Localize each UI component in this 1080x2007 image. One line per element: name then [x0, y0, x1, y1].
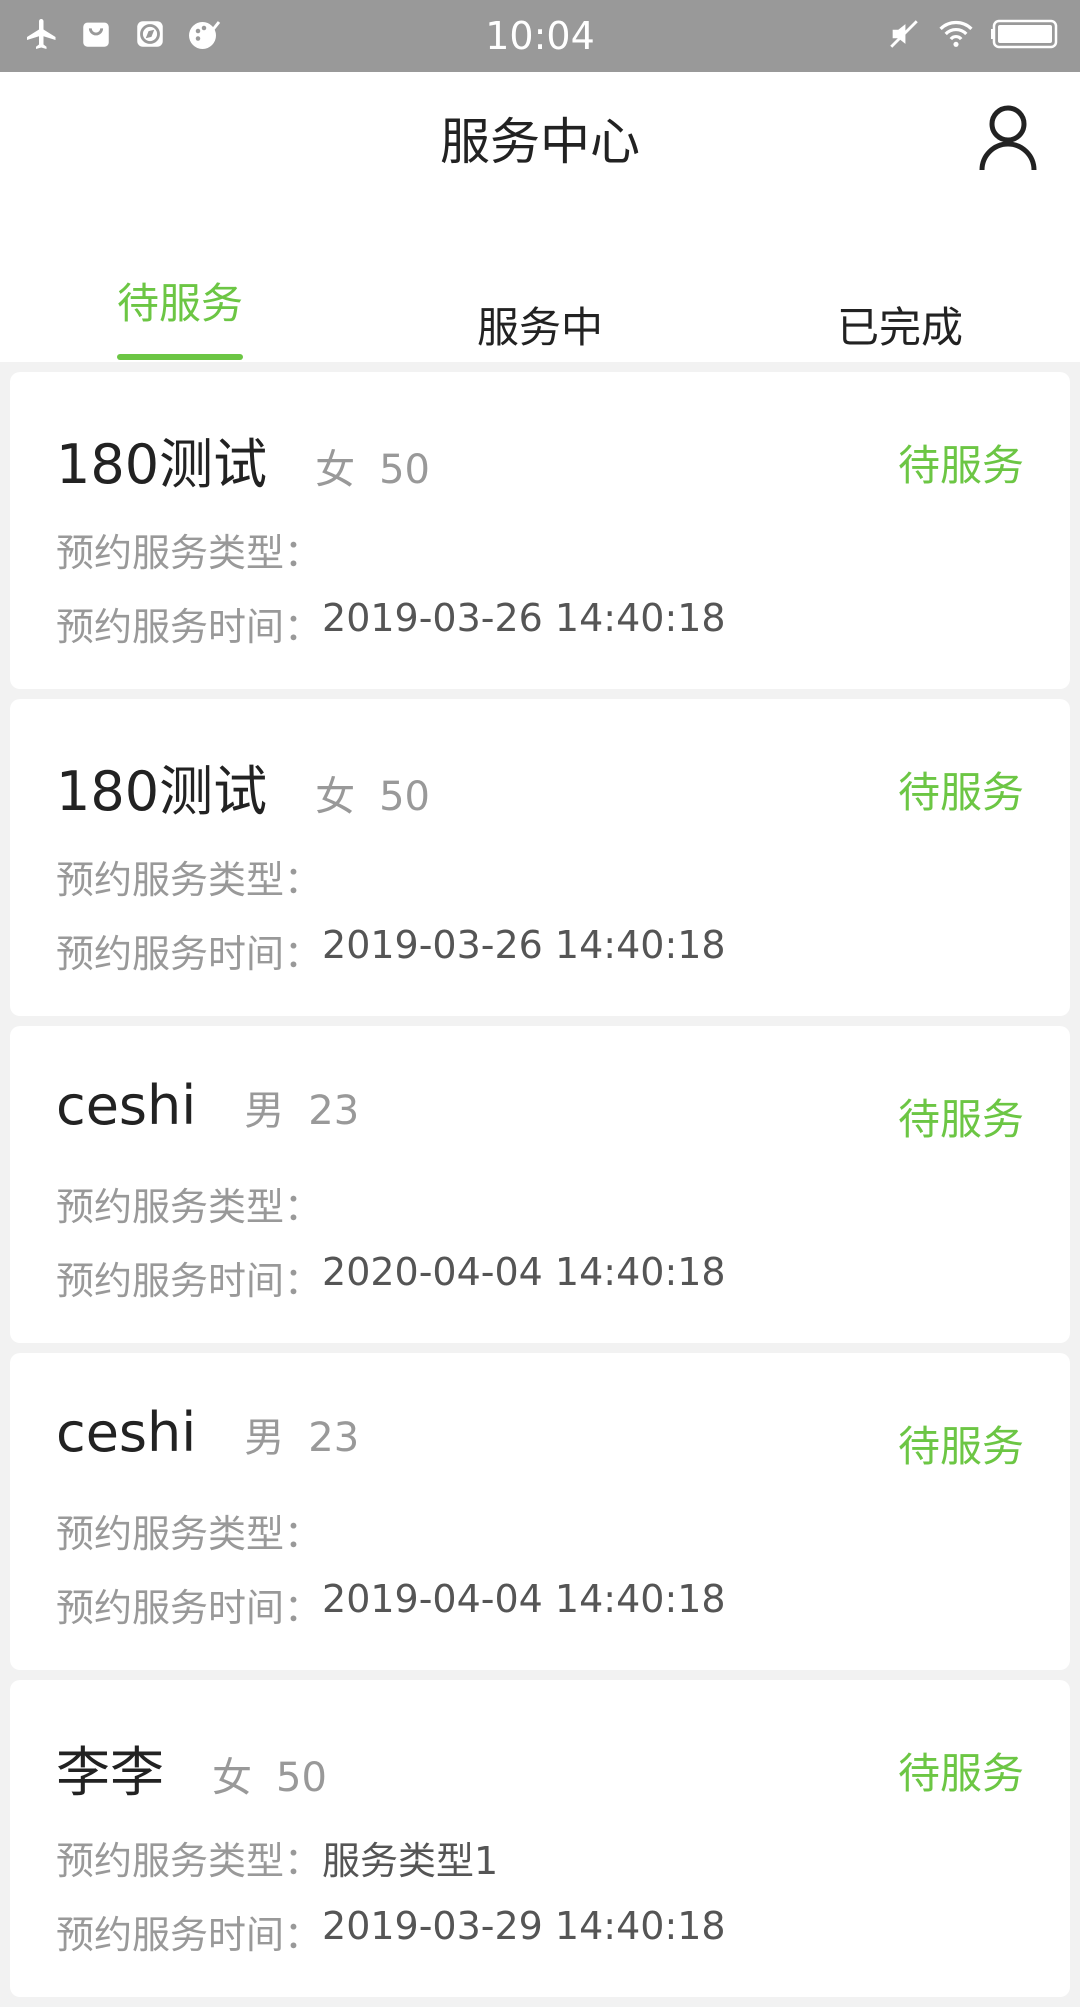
user-profile-button[interactable]: [976, 102, 1040, 174]
client-gender: 女: [212, 1755, 252, 1801]
status-bar-right-icons: [886, 14, 1062, 54]
service-type-label: 预约服务类型：: [56, 1185, 323, 1229]
service-time-row: 预约服务时间： 2019-03-26 14:40:18: [56, 923, 726, 978]
client-age: 50: [379, 447, 430, 493]
service-time-row: 预约服务时间： 2019-03-29 14:40:18: [56, 1904, 726, 1959]
service-time-label: 预约服务时间：: [56, 932, 323, 976]
status-bar: 10:04: [0, 0, 1080, 72]
service-card[interactable]: ceshi 男 23 待服务 预约服务类型： 预约服务时间： 2019-04-0…: [10, 1353, 1070, 1670]
client-name: 180测试: [56, 760, 268, 823]
service-time-value: 2019-03-29 14:40:18: [322, 1904, 726, 1948]
app-header: 服务中心 待服务 服务中 已完成: [0, 72, 1080, 362]
service-time-value: 2020-04-04 14:40:18: [322, 1250, 726, 1294]
service-type-row: 预约服务类型：: [56, 849, 322, 904]
service-time-row: 预约服务时间： 2019-04-04 14:40:18: [56, 1577, 726, 1632]
service-card[interactable]: 180测试 女 50 待服务 预约服务类型： 预约服务时间： 2019-03-2…: [10, 699, 1070, 1016]
tab-in-service[interactable]: 服务中: [360, 252, 720, 362]
service-type-row: 预约服务类型：: [56, 522, 322, 577]
status-badge: 待服务: [897, 1095, 1024, 1144]
service-type-label: 预约服务类型：: [56, 858, 323, 902]
service-type-label: 预约服务类型：: [56, 531, 323, 575]
client-gender: 女: [315, 774, 356, 820]
card-header: 李李 女 50: [56, 1728, 327, 1807]
client-gender: 女: [315, 447, 356, 493]
service-card[interactable]: 180测试 女 50 待服务 预约服务类型： 预约服务时间： 2019-03-2…: [10, 372, 1070, 689]
tab-in-service-label: 服务中: [476, 303, 603, 352]
service-time-value: 2019-04-04 14:40:18: [322, 1577, 726, 1621]
status-tabs: 待服务 服务中 已完成: [0, 252, 1080, 362]
service-type-row: 预约服务类型：: [56, 1503, 322, 1558]
card-header: ceshi 男 23: [56, 1074, 359, 1137]
client-age: 50: [379, 774, 430, 820]
tab-pending-label: 待服务: [116, 279, 243, 328]
user-icon: [979, 105, 1037, 171]
service-card[interactable]: 李李 女 50 待服务 预约服务类型： 服务类型1 预约服务时间： 2019-0…: [10, 1680, 1070, 1997]
service-time-value: 2019-03-26 14:40:18: [322, 923, 726, 967]
mute-icon: [886, 14, 922, 54]
client-age: 50: [276, 1755, 327, 1801]
tab-completed[interactable]: 已完成: [720, 252, 1080, 362]
client-name: ceshi: [56, 1401, 197, 1464]
wifi-icon: [938, 14, 974, 54]
service-list: 180测试 女 50 待服务 预约服务类型： 预约服务时间： 2019-03-2…: [10, 372, 1070, 2007]
service-type-label: 预约服务类型：: [56, 1839, 323, 1883]
service-time-value: 2019-03-26 14:40:18: [322, 596, 726, 640]
client-gender: 男: [244, 1088, 285, 1134]
card-header: ceshi 男 23: [56, 1401, 359, 1464]
status-badge: 待服务: [897, 441, 1024, 490]
service-time-row: 预约服务时间： 2019-03-26 14:40:18: [56, 596, 726, 651]
card-header: 180测试 女 50: [56, 747, 430, 826]
client-gender: 男: [244, 1415, 285, 1461]
client-age: 23: [308, 1088, 360, 1134]
client-name: ceshi: [56, 1074, 197, 1137]
battery-icon: [990, 14, 1062, 54]
status-badge: 待服务: [897, 1749, 1024, 1798]
page-title: 服务中心: [440, 113, 640, 171]
active-tab-indicator: [117, 354, 243, 360]
service-time-label: 预约服务时间：: [56, 605, 323, 649]
tab-pending[interactable]: 待服务: [0, 252, 360, 362]
service-time-row: 预约服务时间： 2020-04-04 14:40:18: [56, 1250, 726, 1305]
service-time-label: 预约服务时间：: [56, 1913, 323, 1957]
service-type-label: 预约服务类型：: [56, 1512, 323, 1556]
status-badge: 待服务: [897, 1422, 1024, 1471]
tab-completed-label: 已完成: [836, 303, 963, 352]
service-type-row: 预约服务类型：: [56, 1176, 322, 1231]
service-time-label: 预约服务时间：: [56, 1259, 323, 1303]
service-card[interactable]: ceshi 男 23 待服务 预约服务类型： 预约服务时间： 2020-04-0…: [10, 1026, 1070, 1343]
client-name: 180测试: [56, 433, 268, 496]
service-time-label: 预约服务时间：: [56, 1586, 323, 1630]
client-name: 李李: [56, 1741, 164, 1804]
service-type-row: 预约服务类型： 服务类型1: [56, 1830, 498, 1885]
service-type-value: 服务类型1: [322, 1839, 499, 1883]
client-age: 23: [308, 1415, 360, 1461]
status-badge: 待服务: [897, 768, 1024, 817]
card-header: 180测试 女 50: [56, 420, 430, 499]
